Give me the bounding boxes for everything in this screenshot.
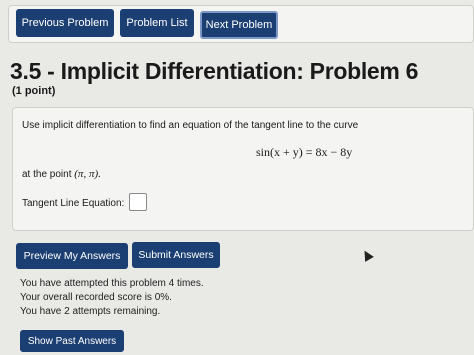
next-problem-button[interactable]: Next Problem [200, 11, 278, 39]
remaining-status: You have 2 attempts remaining. [20, 306, 161, 317]
tangent-line-answer-input[interactable] [129, 193, 147, 211]
show-past-answers-button[interactable]: Show Past Answers [20, 330, 124, 352]
point-prefix: at the point [22, 169, 75, 180]
curve-equation: sin(x + y) = 8x − 8y [256, 145, 353, 159]
point-text: at the point (π, π). [22, 168, 101, 180]
submit-answers-button[interactable]: Submit Answers [132, 242, 220, 268]
attempts-status: You have attempted this problem 4 times. [20, 278, 204, 289]
previous-problem-button[interactable]: Previous Problem [16, 9, 114, 37]
problem-statement: Use implicit differentiation to find an … [22, 120, 359, 131]
problem-list-button[interactable]: Problem List [120, 9, 194, 37]
points-label: (1 point) [12, 85, 56, 97]
score-status: Your overall recorded score is 0%. [20, 292, 172, 303]
preview-answers-button[interactable]: Preview My Answers [16, 243, 128, 269]
mouse-cursor-icon [360, 248, 374, 262]
page-title: 3.5 - Implicit Differentiation: Problem … [10, 58, 419, 84]
answer-label: Tangent Line Equation: [22, 198, 125, 209]
point-value: (π, π). [74, 168, 101, 180]
